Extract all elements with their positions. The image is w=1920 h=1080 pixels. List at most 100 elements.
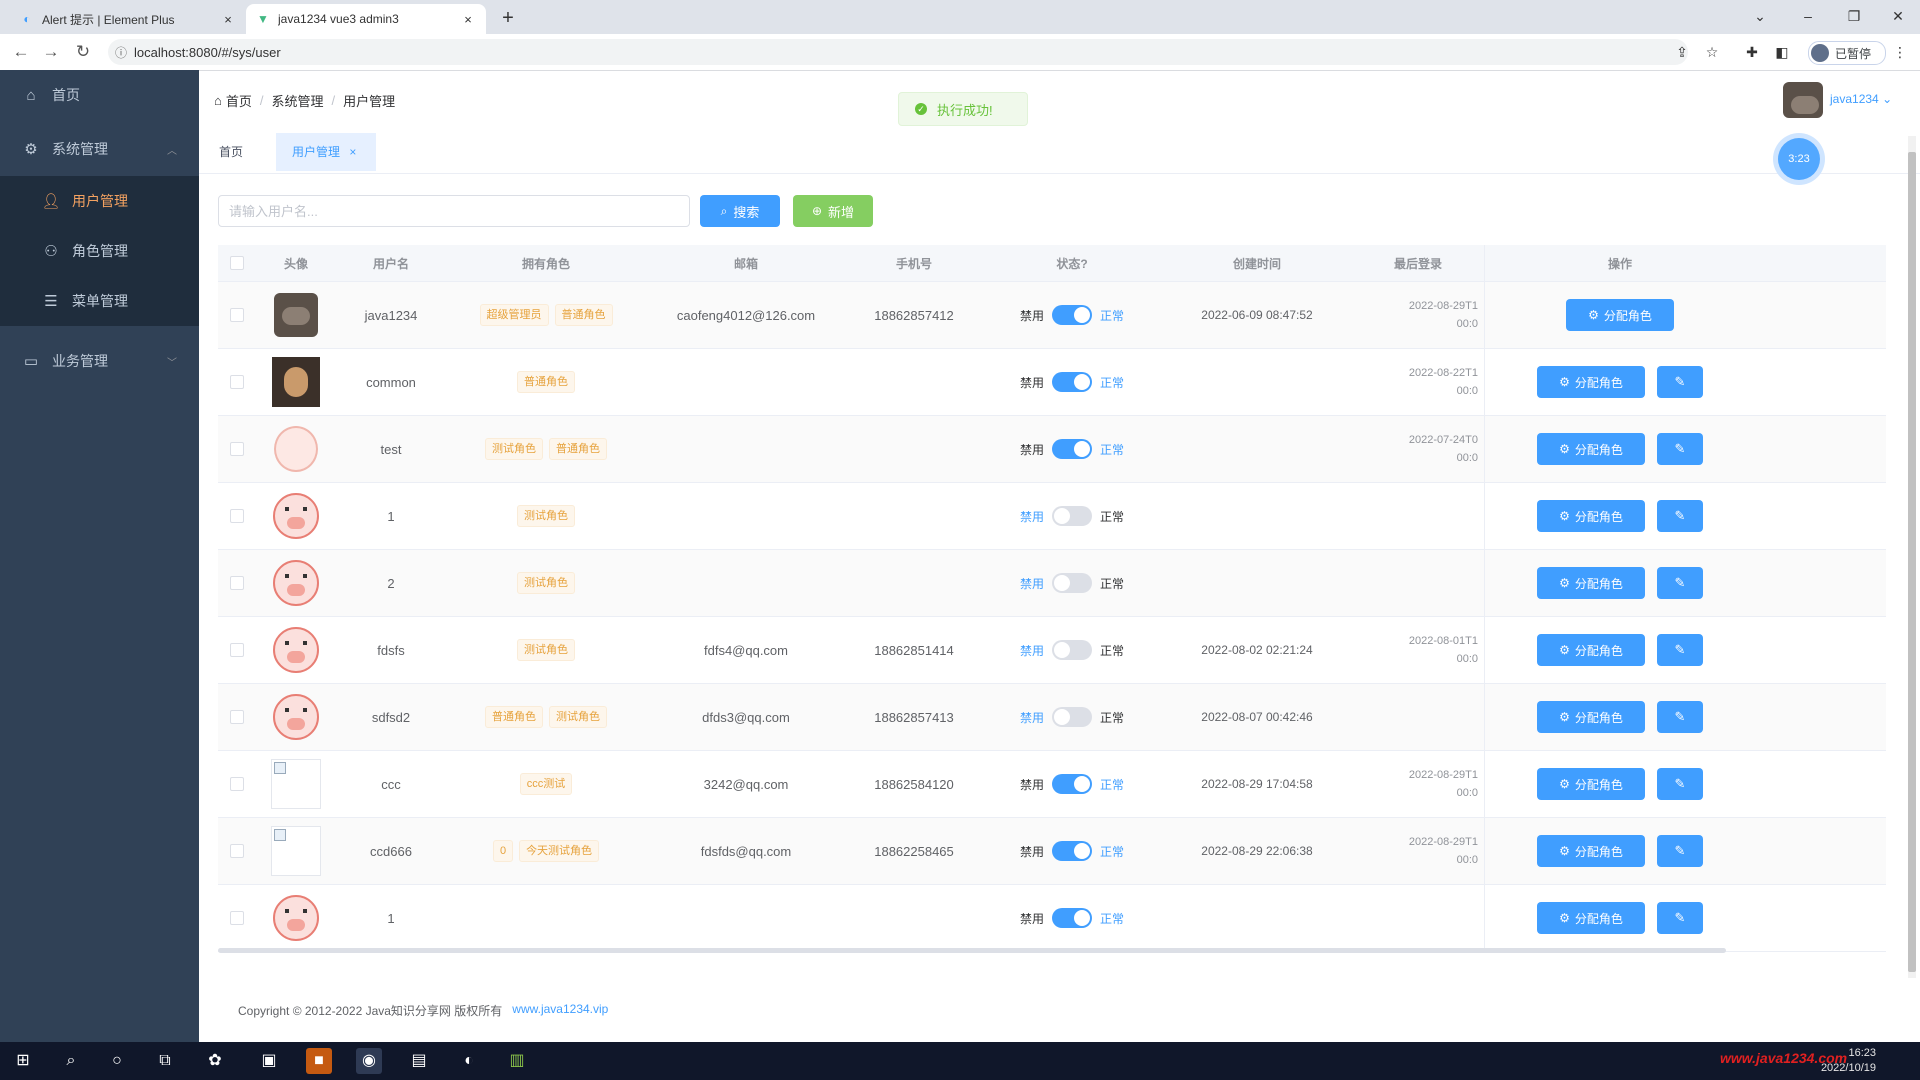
edit-button[interactable]: ✎ xyxy=(1657,433,1703,465)
close-tab-icon[interactable]: × xyxy=(460,12,476,27)
file-explorer-icon[interactable]: ▤ xyxy=(406,1048,432,1074)
status-toggle[interactable] xyxy=(1052,774,1092,794)
browser-tab-element-plus[interactable]: ◐ Alert 提示 | Element Plus × xyxy=(10,4,246,34)
edit-button[interactable]: ✎ xyxy=(1657,835,1703,867)
select-cell[interactable] xyxy=(218,751,256,817)
row-checkbox[interactable] xyxy=(230,375,244,389)
notepad-icon[interactable]: ▥ xyxy=(504,1048,530,1074)
row-checkbox[interactable] xyxy=(230,777,244,791)
select-cell[interactable] xyxy=(218,550,256,616)
chrome-icon[interactable]: ◉ xyxy=(356,1048,382,1074)
bookmark-star-icon[interactable]: ☆ xyxy=(1702,42,1722,62)
select-cell[interactable] xyxy=(218,818,256,884)
horizontal-scrollbar[interactable] xyxy=(218,948,1726,953)
select-cell[interactable] xyxy=(218,349,256,415)
assign-role-button[interactable]: ⚙ 分配角色 xyxy=(1537,567,1645,599)
row-checkbox[interactable] xyxy=(230,308,244,322)
status-toggle[interactable] xyxy=(1052,573,1092,593)
add-button[interactable]: ⊕ 新增 xyxy=(793,195,873,227)
sidebar-item-menus[interactable]: ☰ 菜单管理 xyxy=(0,276,199,326)
reload-icon[interactable]: ↻ xyxy=(70,40,96,64)
breadcrumb-home[interactable]: 首页 xyxy=(226,91,252,110)
footer-link[interactable]: www.java1234.vip xyxy=(512,1002,608,1019)
search-icon[interactable]: ⌕ xyxy=(58,1048,84,1074)
row-checkbox[interactable] xyxy=(230,643,244,657)
status-toggle[interactable] xyxy=(1052,640,1092,660)
select-cell[interactable] xyxy=(218,282,256,348)
select-all-checkbox[interactable] xyxy=(230,256,244,270)
select-cell[interactable] xyxy=(218,885,256,951)
forward-icon[interactable]: → xyxy=(38,40,64,64)
edit-button[interactable]: ✎ xyxy=(1657,902,1703,934)
sidebar-item-roles[interactable]: ⚇ 角色管理 xyxy=(0,226,199,276)
app-icon[interactable]: ◐ xyxy=(456,1048,482,1074)
status-toggle[interactable] xyxy=(1052,305,1092,325)
search-input[interactable] xyxy=(218,195,690,227)
sidebar-item-users[interactable]: 👤︎ 用户管理 xyxy=(0,176,199,226)
edit-button[interactable]: ✎ xyxy=(1657,366,1703,398)
browser-tab-admin[interactable]: ▼ java1234 vue3 admin3 × xyxy=(246,4,486,34)
select-cell[interactable] xyxy=(218,483,256,549)
kebab-menu-icon[interactable]: ⋮ xyxy=(1890,42,1910,62)
header-select-all[interactable] xyxy=(218,245,256,281)
row-checkbox[interactable] xyxy=(230,911,244,925)
select-cell[interactable] xyxy=(218,684,256,750)
assign-role-button[interactable]: ⚙ 分配角色 xyxy=(1537,701,1645,733)
edit-button[interactable]: ✎ xyxy=(1657,768,1703,800)
app-icon[interactable]: ■ xyxy=(306,1048,332,1074)
edit-button[interactable]: ✎ xyxy=(1657,701,1703,733)
sidebar-item-business[interactable]: ▭ 业务管理 ﹀ xyxy=(0,336,199,386)
profile-chip[interactable]: 已暂停 xyxy=(1808,41,1886,65)
status-toggle[interactable] xyxy=(1052,372,1092,392)
share-icon[interactable]: ⇪ xyxy=(1672,42,1692,62)
assign-role-button[interactable]: ⚙ 分配角色 xyxy=(1537,634,1645,666)
status-toggle[interactable] xyxy=(1052,506,1092,526)
user-avatar[interactable] xyxy=(1783,82,1823,118)
search-button[interactable]: ⌕ 搜索 xyxy=(700,195,780,227)
new-tab-button[interactable]: + xyxy=(496,6,520,30)
extensions-icon[interactable]: ✚ xyxy=(1742,42,1762,62)
assign-role-button[interactable]: ⚙ 分配角色 xyxy=(1566,299,1674,331)
edit-button[interactable]: ✎ xyxy=(1657,567,1703,599)
sidepanel-icon[interactable]: ◧ xyxy=(1772,42,1792,62)
tab-search-icon[interactable]: ⌄ xyxy=(1740,4,1780,28)
app-icon[interactable]: ▣ xyxy=(256,1048,282,1074)
assign-role-button[interactable]: ⚙ 分配角色 xyxy=(1537,835,1645,867)
close-tab-icon[interactable]: × xyxy=(220,12,236,27)
assign-role-button[interactable]: ⚙ 分配角色 xyxy=(1537,902,1645,934)
row-checkbox[interactable] xyxy=(230,576,244,590)
minimize-icon[interactable]: – xyxy=(1788,4,1828,28)
windows-start-icon[interactable]: ⊞ xyxy=(10,1048,36,1074)
edit-button[interactable]: ✎ xyxy=(1657,500,1703,532)
address-bar[interactable]: ⓘ localhost:8080/#/sys/user xyxy=(108,39,1688,65)
select-cell[interactable] xyxy=(218,416,256,482)
status-toggle[interactable] xyxy=(1052,841,1092,861)
row-checkbox[interactable] xyxy=(230,509,244,523)
close-tab-icon[interactable]: × xyxy=(349,145,356,159)
back-icon[interactable]: ← xyxy=(8,40,34,64)
tab-home[interactable]: 首页 xyxy=(203,133,259,171)
close-window-icon[interactable]: ✕ xyxy=(1878,4,1918,28)
status-toggle[interactable] xyxy=(1052,908,1092,928)
app-icon[interactable]: ✿ xyxy=(202,1048,228,1074)
sidebar-item-home[interactable]: ⌂ 首页 xyxy=(0,70,199,120)
vertical-scrollbar[interactable] xyxy=(1908,152,1916,972)
select-cell[interactable] xyxy=(218,617,256,683)
edit-button[interactable]: ✎ xyxy=(1657,634,1703,666)
row-checkbox[interactable] xyxy=(230,710,244,724)
row-checkbox[interactable] xyxy=(230,844,244,858)
user-dropdown[interactable]: java1234 ⌄ xyxy=(1830,92,1892,106)
assign-role-button[interactable]: ⚙ 分配角色 xyxy=(1537,500,1645,532)
task-view-icon[interactable]: ⧉ xyxy=(152,1048,178,1074)
restore-icon[interactable]: ❐ xyxy=(1834,4,1874,28)
status-toggle[interactable] xyxy=(1052,707,1092,727)
assign-role-button[interactable]: ⚙ 分配角色 xyxy=(1537,768,1645,800)
sidebar-item-system[interactable]: ⚙ 系统管理 ︿ xyxy=(0,124,199,174)
row-checkbox[interactable] xyxy=(230,442,244,456)
floating-clock-button[interactable]: 3:23 xyxy=(1778,138,1820,180)
assign-role-button[interactable]: ⚙ 分配角色 xyxy=(1537,366,1645,398)
tab-user-management[interactable]: 用户管理 × xyxy=(276,133,376,171)
assign-role-button[interactable]: ⚙ 分配角色 xyxy=(1537,433,1645,465)
status-toggle[interactable] xyxy=(1052,439,1092,459)
cortana-icon[interactable]: ○ xyxy=(104,1048,130,1074)
